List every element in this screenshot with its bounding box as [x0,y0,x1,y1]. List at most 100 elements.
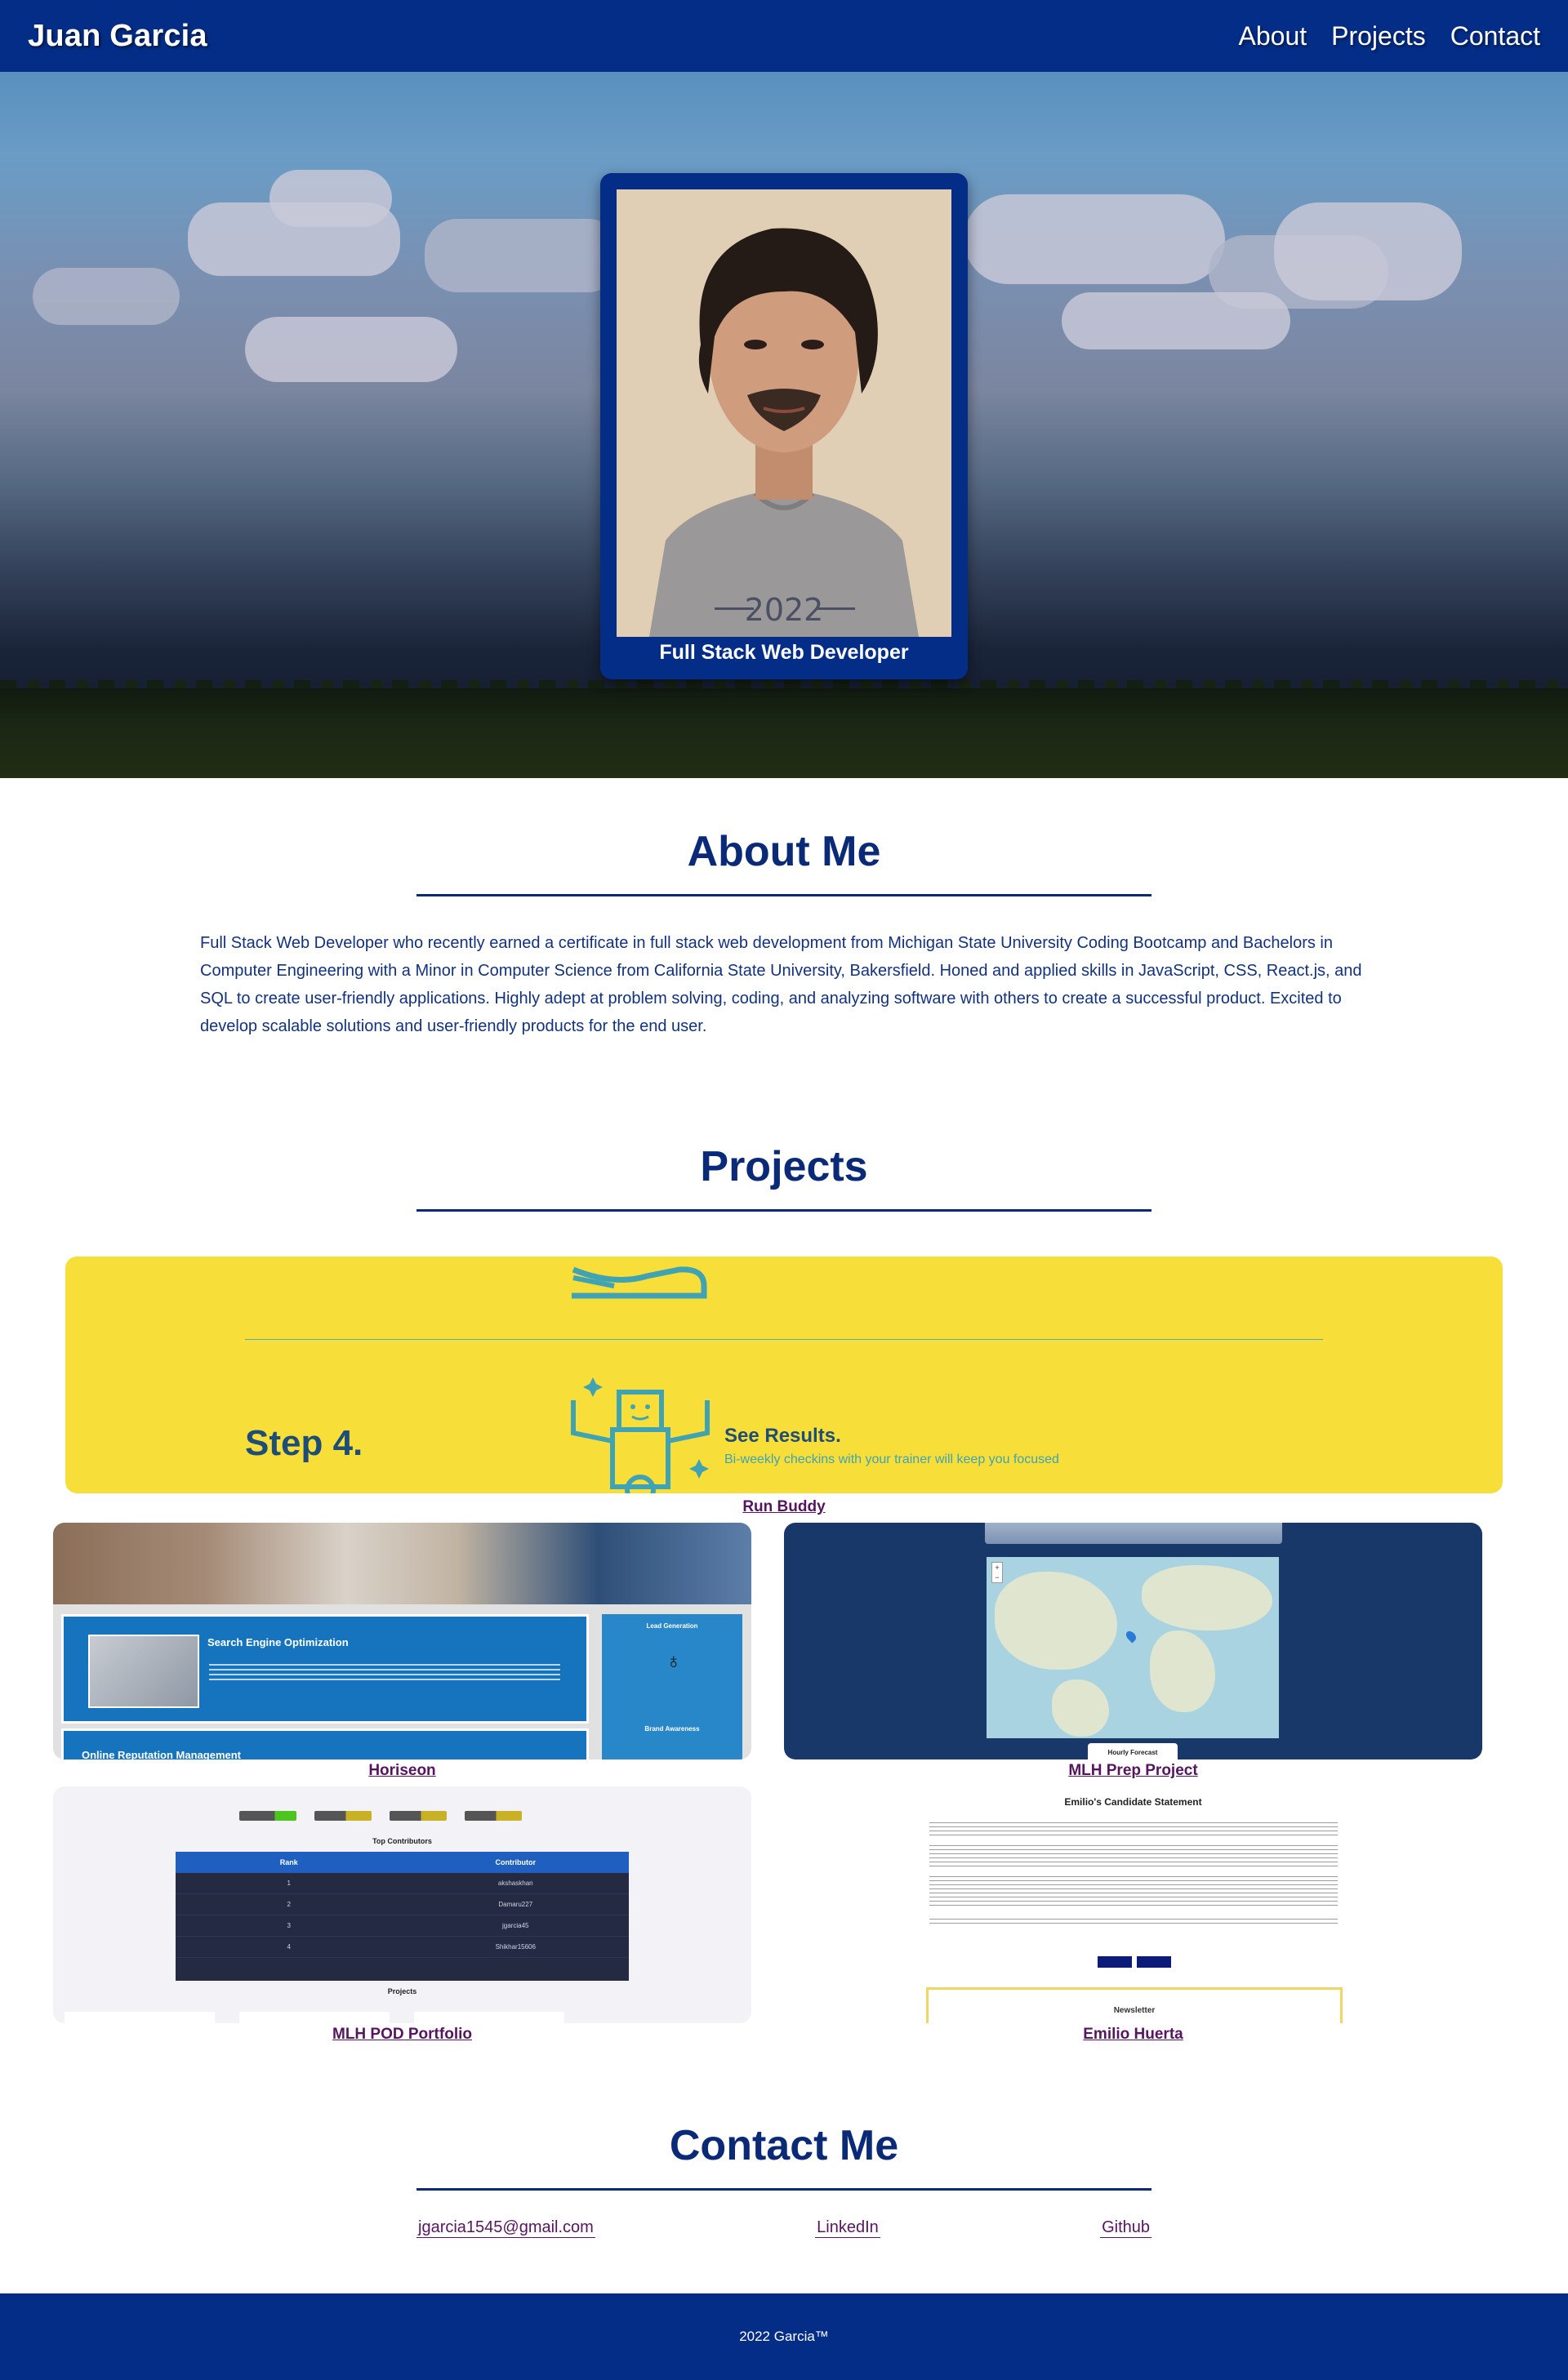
newsletter-label: Newsletter [1113,2006,1156,2015]
step-title: See Results. [724,1425,841,1447]
nav-contact-link[interactable]: Contact [1450,21,1540,51]
section-divider [416,2188,1152,2191]
pod-project-card [414,2012,564,2023]
reputation-card: Online Reputation Management [61,1728,589,1759]
rank-cell: 1 [287,1880,291,1887]
about-title: About Me [687,828,881,875]
profile-photo: 2022 [617,189,951,637]
pod-project-card [239,2012,390,2023]
contact-section: Contact Me jgarcia1545@gmail.com LinkedI… [0,2044,1568,2238]
newsletter-box: Newsletter [926,1987,1343,2023]
lead-generation-panel: Lead Generation ♁ Brand Awareness [602,1614,742,1759]
about-paragraph: Full Stack Web Developer who recently ea… [200,934,1362,1035]
mlh-prep-link[interactable]: MLH Prep Project [1068,1762,1197,1780]
cloud-decoration [245,317,457,382]
contributor-column-header: Contributor [495,1858,537,1866]
mlh-prep-thumbnail[interactable]: + − Hourly Forecast [784,1523,1482,1759]
pod-project-cards [65,2012,564,2023]
table-row: 1 akshaskhan [176,1873,629,1894]
contact-title: Contact Me [669,2122,899,2169]
top-contributors-caption: Top Contributors [372,1837,432,1845]
nav-about-link[interactable]: About [1239,21,1307,51]
lead-generation-title: Lead Generation [646,1622,698,1630]
contributor-cell: jgarcia45 [502,1922,529,1929]
github-badges [239,1811,522,1821]
cloud-decoration [33,268,180,325]
emilio-thumbnail[interactable]: Emilio's Candidate Statement Newsletter [784,1786,1482,2023]
contact-links: jgarcia1545@gmail.com LinkedIn Github [416,2218,1152,2238]
statement-paragraph [929,1876,1338,1907]
horiseon-thumbnail[interactable]: Search Engine Optimization Online Reputa… [53,1523,751,1759]
seo-image [88,1635,199,1708]
spanish-button[interactable] [1137,1956,1171,1968]
project-card-mlh-prep: + − Hourly Forecast MLH Prep Project [784,1523,1482,1780]
site-footer: 2022 Garcia™ [0,2293,1568,2380]
contributors-table: Rank Contributor 1 akshaskhan 2 Damaru22… [176,1852,629,1981]
mlh-pod-thumbnail[interactable]: Top Contributors Rank Contributor 1 aksh… [53,1786,751,2023]
hero-banner: 2022 Full Stack Web Developer [0,72,1568,778]
email-link[interactable]: jgarcia1545@gmail.com [416,2218,595,2238]
brand-name[interactable]: Juan Garcia [28,19,207,54]
run-buddy-link[interactable]: Run Buddy [0,1498,1568,1516]
statement-paragraph [929,1845,1338,1868]
running-shoe-icon [572,1266,707,1299]
cloud-decoration [964,194,1225,284]
main-nav: About Projects Contact [1239,21,1541,51]
contributor-cell: Damaru227 [498,1901,533,1908]
continent-north-america [995,1572,1117,1670]
section-divider [416,1209,1152,1212]
nav-projects-link[interactable]: Projects [1331,21,1426,51]
continent-africa [1150,1630,1215,1712]
linkedin-link[interactable]: LinkedIn [815,2218,880,2238]
table-row: 2 Damaru227 [176,1894,629,1915]
table-row: 3 jgarcia45 [176,1915,629,1937]
footer-copyright: 2022 Garcia™ [739,2329,829,2344]
mlh-pod-link[interactable]: MLH POD Portfolio [332,2026,472,2044]
team-photo [53,1523,751,1604]
cloud-decoration [425,219,621,292]
featured-project-thumbnail[interactable]: Step 4. See Results. Bi-weekly checkins … [65,1257,1503,1493]
map-zoom-controls[interactable]: + − [991,1562,1003,1583]
world-map: + − [987,1557,1279,1738]
horiseon-link[interactable]: Horiseon [368,1762,435,1780]
continent-south-america [1052,1679,1109,1737]
english-button[interactable] [1098,1956,1132,1968]
table-row: 4 Shikhar15606 [176,1937,629,1958]
emilio-huerta-link[interactable]: Emilio Huerta [1083,2026,1183,2044]
projects-caption: Projects [387,1987,417,1995]
continent-europe-asia [1142,1565,1272,1630]
about-section: About Me Full Stack Web Developer who re… [0,778,1568,1040]
table-header: Rank Contributor [176,1852,629,1873]
project-card-emilio: Emilio's Candidate Statement Newsletter … [784,1786,1482,2044]
rank-cell: 2 [287,1901,291,1908]
badge [390,1811,447,1821]
step-number: Step 4. [245,1423,363,1463]
site-header: Juan Garcia About Projects Contact [0,0,1568,72]
statement-paragraph [929,1822,1338,1837]
section-divider [416,894,1152,896]
rank-column-header: Rank [279,1858,298,1866]
cloud-decoration [1274,202,1462,300]
contributor-cell: akshaskhan [497,1880,533,1887]
projects-title: Projects [700,1143,868,1190]
project-card-horiseon: Search Engine Optimization Online Reputa… [53,1523,751,1780]
seo-card-title: Search Engine Optimization [207,1636,349,1648]
seo-card: Search Engine Optimization [61,1614,589,1724]
step-subtitle: Bi-weekly checkins with your trainer wil… [724,1452,1059,1466]
github-link[interactable]: Github [1100,2218,1152,2238]
projects-section: Projects Step 4. See Results. Bi-weekly … [0,1040,1568,2044]
fitness-robot-icon [571,1377,710,1493]
pod-project-card [65,2012,215,2023]
profile-role: Full Stack Web Developer [659,641,909,664]
candidate-statement-title: Emilio's Candidate Statement [1064,1796,1202,1808]
map-marker-icon[interactable] [1124,1629,1138,1644]
rank-cell: 4 [287,1943,291,1951]
projects-grid: Search Engine Optimization Online Reputa… [53,1523,1515,2044]
rank-cell: 3 [287,1922,291,1929]
brand-awareness-title: Brand Awareness [644,1725,700,1733]
statement-paragraph [929,1919,1338,1925]
project-card-mlh-pod: Top Contributors Rank Contributor 1 aksh… [53,1786,751,2044]
badge [239,1811,296,1821]
seo-card-text [209,1664,560,1680]
lead-icon: ♁ [666,1648,682,1673]
